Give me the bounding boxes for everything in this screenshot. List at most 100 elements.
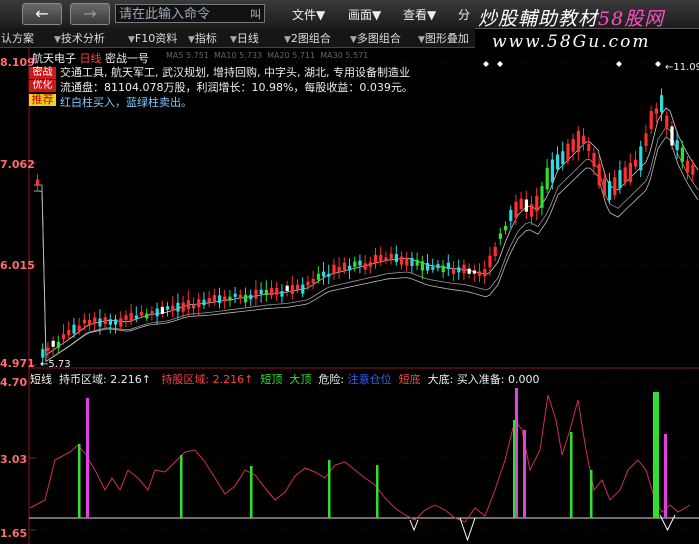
candle-body	[639, 146, 643, 171]
candle-body	[181, 302, 185, 312]
candle-body	[446, 262, 450, 269]
candle-body	[519, 198, 523, 210]
candle-body	[119, 318, 123, 327]
candle-body	[368, 262, 372, 267]
candle-body	[238, 294, 242, 299]
ma-value: 5.571	[345, 51, 369, 60]
candle-body	[124, 315, 128, 320]
candle-body	[316, 273, 320, 280]
candle-body	[197, 299, 201, 308]
buy-signal-bar	[523, 430, 526, 518]
candle-body	[348, 265, 352, 271]
moving-average-line	[34, 107, 699, 356]
candle-body	[192, 304, 196, 309]
candle-body	[472, 270, 476, 274]
candle-body	[561, 151, 565, 165]
candle-body	[233, 293, 237, 297]
candle-body	[524, 199, 528, 212]
sell-signal-bar	[180, 455, 183, 518]
price-axis-label: 6.015	[0, 259, 35, 272]
candle-body	[176, 302, 180, 312]
candle-body	[259, 289, 263, 295]
candle-body	[306, 281, 310, 286]
candle-body	[270, 287, 274, 296]
candle-body	[41, 349, 45, 358]
candle-body	[363, 263, 367, 270]
candle-body	[660, 95, 664, 113]
marker-diamond	[655, 61, 661, 67]
ma-value: 5.711	[292, 51, 316, 60]
candle-body	[280, 291, 284, 297]
candle-body	[36, 179, 40, 186]
ma-label: MA20	[267, 51, 290, 60]
danger-label: 危险:	[318, 373, 345, 386]
info-signal-rule: 红白柱买入，蓝绿柱卖出。	[60, 96, 192, 109]
low-price-value: 5.73	[48, 359, 71, 370]
candle-body	[327, 273, 331, 277]
candle-body	[223, 296, 227, 301]
candle-body	[431, 266, 435, 270]
candle-body	[114, 319, 118, 325]
candle-body	[571, 139, 575, 152]
sell-signal-bar	[590, 470, 593, 518]
short-top-label: 短顶	[260, 373, 283, 386]
info-concepts: 交通工具, 航天军工, 武汉规划, 增持回购, 中字头, 湖北, 专用设备制造业	[60, 66, 410, 79]
candle-body	[374, 254, 378, 264]
candle-body	[62, 334, 66, 339]
ready-value: 0.000	[508, 373, 540, 386]
badge-mizhan: 密战	[29, 67, 56, 79]
sell-signal-bar	[570, 432, 573, 518]
candle-body	[634, 159, 638, 167]
candle-body	[420, 261, 424, 271]
danger-value: 注意仓位	[347, 373, 392, 386]
candle-body	[467, 268, 471, 274]
candle-body	[452, 269, 456, 274]
indicator-name: 短线	[30, 373, 52, 386]
ma-label: MA10	[214, 51, 237, 60]
candle-body	[644, 133, 648, 146]
candle-body	[540, 186, 544, 208]
candle-body	[384, 257, 388, 261]
candle-body	[530, 204, 534, 217]
candle-body	[103, 317, 107, 325]
candle-body	[67, 329, 71, 336]
candle-body	[358, 260, 362, 266]
sell-signal-bar-wide	[653, 392, 659, 518]
candle-body	[597, 163, 601, 186]
ma-label: MA5	[166, 51, 184, 60]
candle-body	[493, 246, 497, 257]
candle-body	[680, 147, 684, 162]
candle-body	[618, 170, 622, 189]
candle-body	[228, 296, 232, 301]
candle-body	[400, 256, 404, 265]
candle-body	[545, 167, 549, 190]
candle-body	[129, 312, 133, 322]
ready-label: 买入准备:	[456, 373, 505, 386]
candle-body	[160, 306, 164, 314]
candle-body	[218, 295, 222, 303]
candle-body	[311, 278, 315, 284]
sell-signal-bar	[328, 460, 331, 518]
indicator-axis-label: 3.03	[0, 453, 28, 466]
candle-body	[488, 255, 492, 268]
short-bottom-label: 短底	[398, 373, 421, 386]
buy-signal-bar	[515, 388, 518, 518]
indicator-dip-line	[659, 514, 676, 532]
ma-label: MA30	[320, 51, 343, 60]
marker-diamond	[497, 61, 503, 67]
candle-body	[535, 195, 539, 212]
buy-signal-bar	[86, 398, 89, 518]
candle-body	[150, 311, 154, 315]
candle-body	[556, 154, 560, 170]
indicator-header: 短线 持币区域: 2.216↑ 持股区域: 2.216↑ 短顶 大顶 危险: 注…	[30, 371, 540, 387]
candle-body	[46, 347, 50, 352]
candle-body	[582, 135, 586, 144]
candle-body	[394, 254, 398, 263]
indicator-dip-line	[409, 519, 419, 532]
field2-value: 2.216↑	[212, 373, 254, 386]
high-price-value: 11.09	[673, 62, 699, 73]
sell-signal-bar	[78, 444, 81, 518]
candle-body	[691, 165, 695, 175]
candle-body	[77, 325, 81, 332]
candle-body	[441, 265, 445, 273]
